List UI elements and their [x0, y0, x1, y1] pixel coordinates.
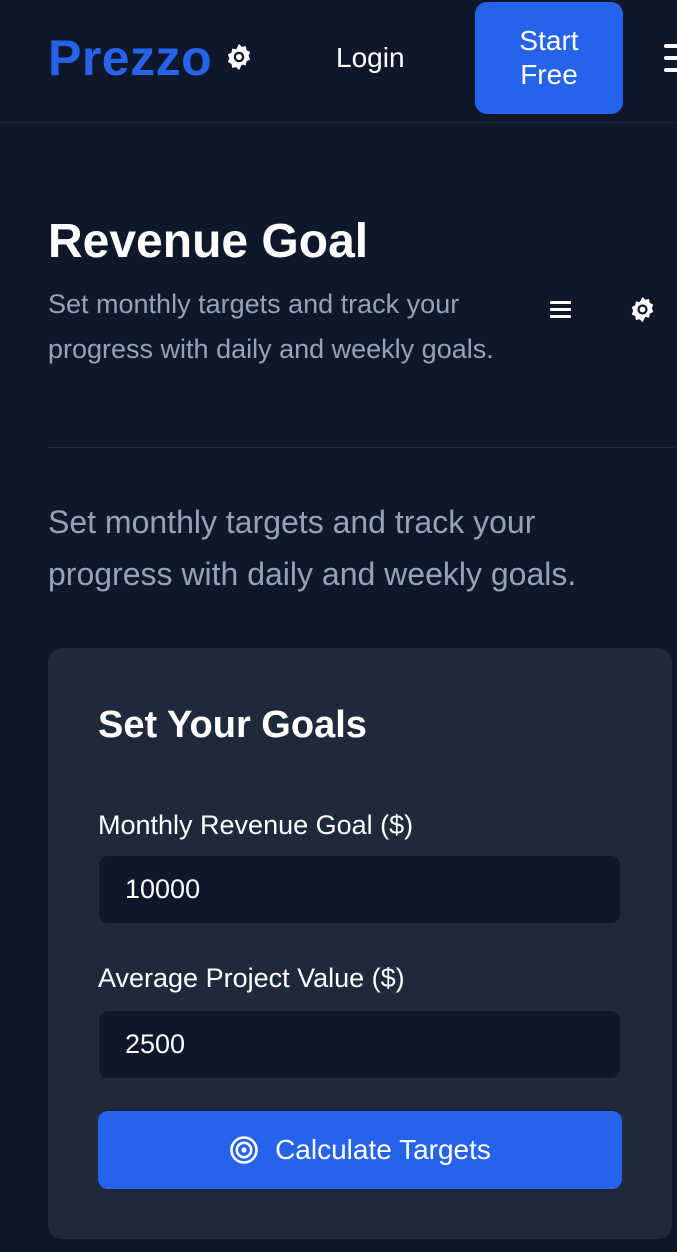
calculate-targets-button[interactable]: Calculate Targets [98, 1111, 622, 1189]
top-navigation-bar: Prezzo Login Start Free [0, 0, 677, 123]
login-link[interactable]: Login [336, 40, 405, 76]
gear-icon[interactable] [628, 295, 657, 324]
hamburger-menu-icon[interactable] [550, 299, 572, 319]
monthly-revenue-goal-input[interactable] [99, 856, 620, 923]
gear-icon[interactable] [224, 42, 254, 72]
start-free-label: Start Free [519, 25, 579, 90]
average-project-value-input[interactable] [99, 1011, 620, 1078]
section-divider [48, 447, 677, 448]
lead-description: Set monthly targets and track your progr… [48, 504, 577, 592]
average-project-value-label: Average Project Value ($) [98, 963, 405, 993]
brand-logo[interactable]: Prezzo [48, 28, 212, 88]
monthly-revenue-goal-label: Monthly Revenue Goal ($) [98, 810, 414, 840]
start-free-button[interactable]: Start Free [475, 2, 623, 114]
target-icon [230, 1136, 258, 1164]
set-goals-card: Set Your Goals Monthly Revenue Goal ($) … [48, 648, 672, 1239]
hamburger-menu-icon[interactable] [660, 40, 677, 76]
page-subtitle: Set monthly targets and track your progr… [48, 289, 494, 364]
page-title: Revenue Goal [48, 215, 369, 268]
card-title: Set Your Goals [98, 704, 367, 746]
calculate-targets-label: Calculate Targets [275, 1134, 491, 1165]
